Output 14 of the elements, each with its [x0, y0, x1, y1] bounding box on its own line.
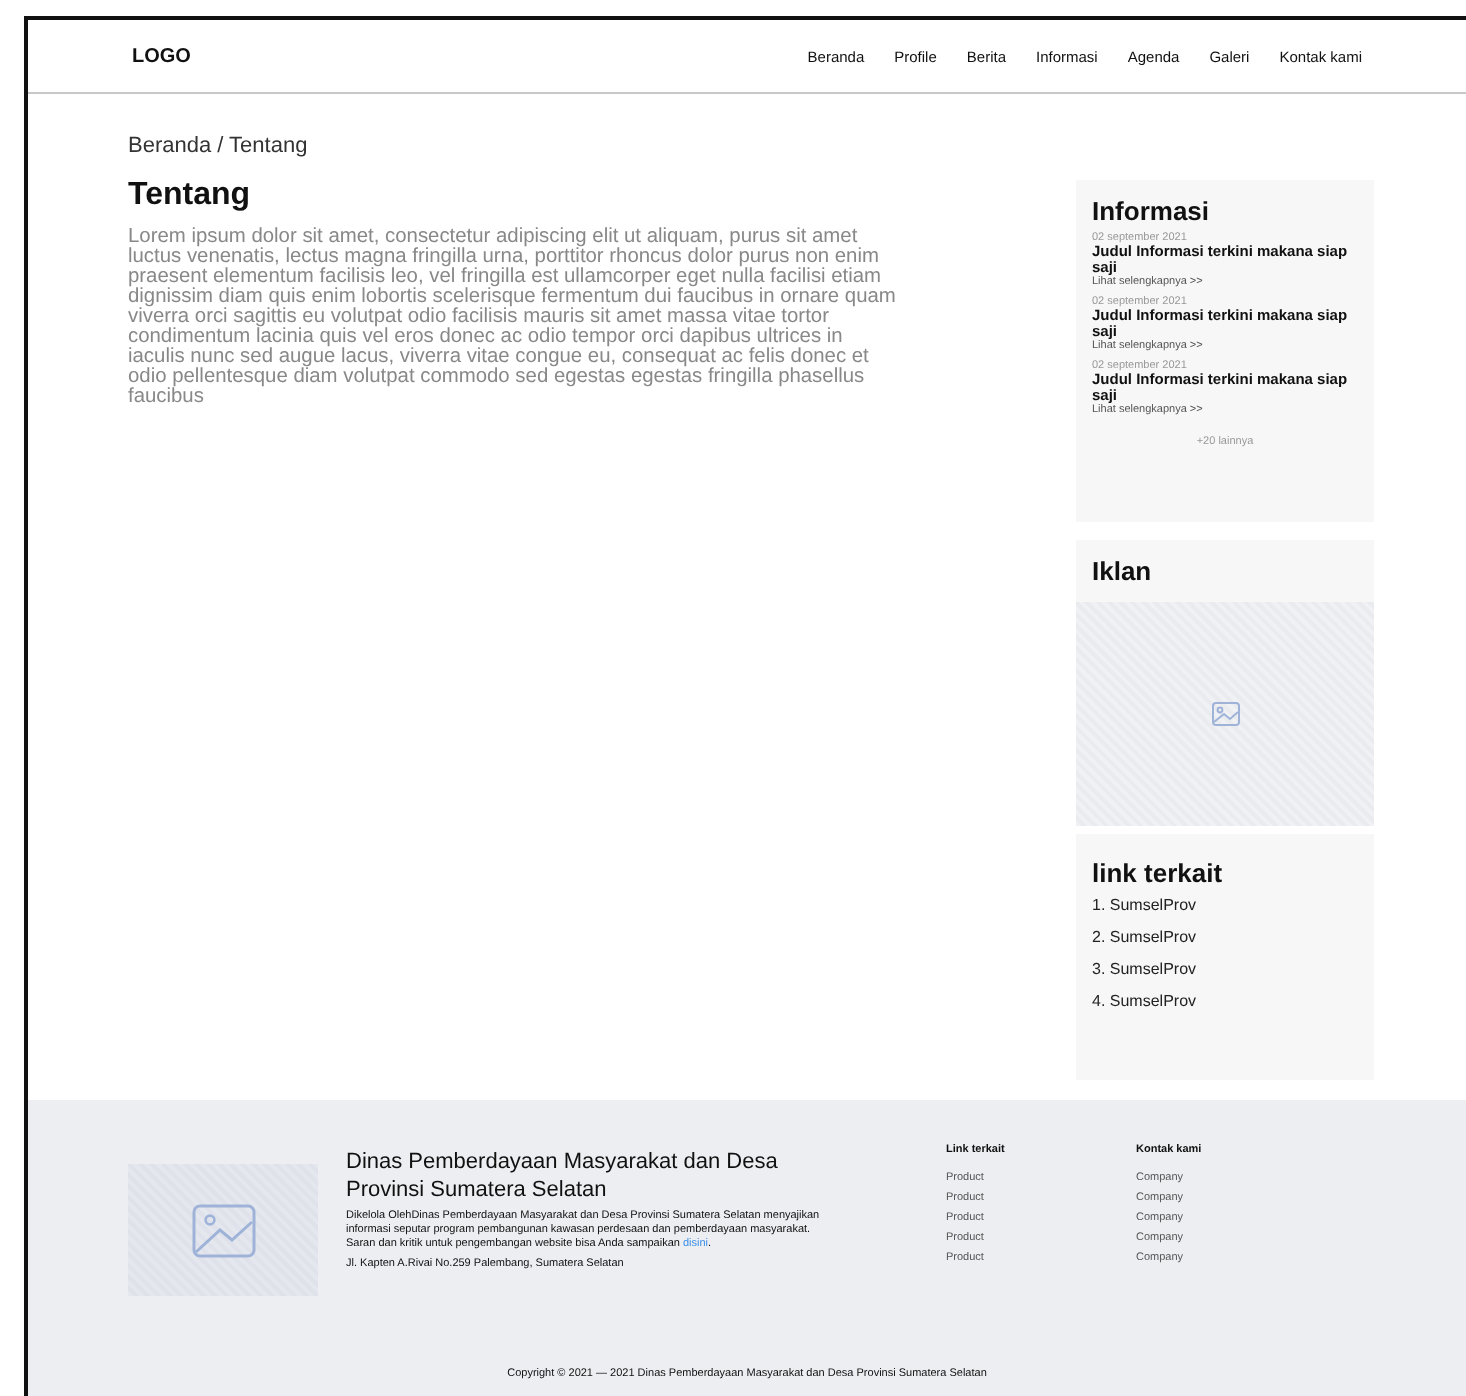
- card-title: Informasi: [1092, 196, 1212, 226]
- card-title: Iklan: [1090, 556, 1154, 586]
- image-icon: [1211, 702, 1239, 726]
- image-icon: [191, 1203, 255, 1257]
- article-text: Lorem ipsum dolor sit amet, consectetur adipiscing elit ut aliquam, purus sit amet luctus venenatis, lectus magna fringilla urna, porttitor rhoncus dolor purus non enim praesent elementum facilisis leo, vel fringilla est ullamcorper eget nulla facilisi etiam dignissim diam quis enim lobortis scelerisque fermentum dui faucibus in ornare quam viverra orci sagittis eu volutpat odio facilisis mauris sit amet massa vitae tortor condimentum lacinia quis vel eros donec ac odio tempor orci dapibus ultrices in iaculis nunc sed augue lacus, viverra vitae congue eu, consequat ac felis donec et odio pellentesque diam volutpat commodo sed egestas egestas fringilla phasellus faucibus: [128, 228, 898, 408]
- related-link[interactable]: 3. SumselProv: [1092, 960, 1358, 978]
- related-link[interactable]: 2. SumselProv: [1092, 928, 1358, 946]
- related-link[interactable]: 4. SumselProv: [1092, 992, 1358, 1010]
- org-name: Dinas Pemberdayaan Masyarakat dan Desa Provinsi Sumatera Selatan: [346, 1148, 780, 1204]
- card-title: link terkait: [1092, 858, 1225, 888]
- logo[interactable]: LOGO: [132, 45, 191, 67]
- related-link[interactable]: 1. SumselProv: [1092, 896, 1358, 914]
- page-title: Tentang: [128, 178, 253, 214]
- breadcrumb: Beranda / Tentang: [128, 134, 310, 158]
